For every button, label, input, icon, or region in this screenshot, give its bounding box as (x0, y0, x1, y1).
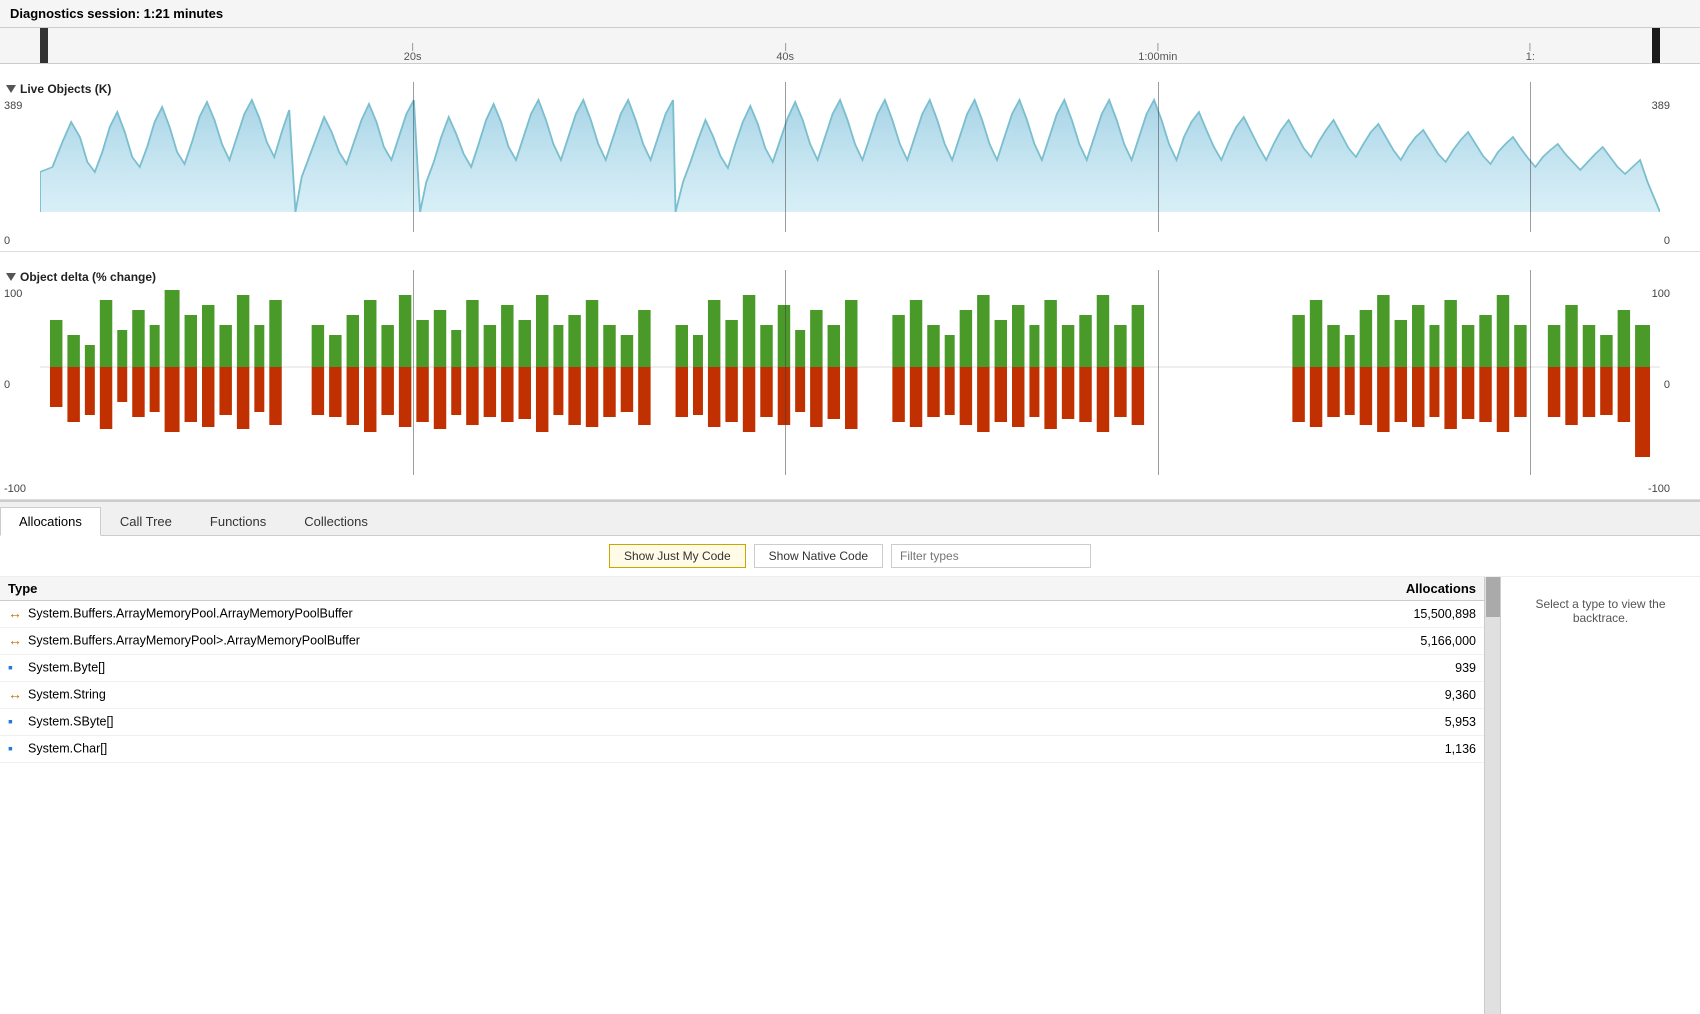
toolbar: Show Just My Code Show Native Code (0, 536, 1700, 577)
live-objects-title: Live Objects (K) (6, 82, 111, 96)
table-row[interactable]: System.Char[]1,136 (0, 736, 1484, 763)
cell-type: System.Char[] (0, 736, 1203, 763)
cell-type: System.SByte[] (0, 709, 1203, 736)
timeline-end-marker (1652, 28, 1660, 63)
type-icon (8, 659, 24, 675)
object-delta-canvas (40, 270, 1660, 475)
type-icon (8, 605, 24, 621)
cell-allocations: 5,166,000 (1203, 628, 1484, 655)
scrollbar-thumb[interactable] (1486, 577, 1500, 617)
table-row[interactable]: System.Buffers.ArrayMemoryPool>.ArrayMem… (0, 628, 1484, 655)
tab-call-tree[interactable]: Call Tree (101, 507, 191, 536)
type-icon (8, 686, 24, 702)
filter-types-input[interactable] (891, 544, 1091, 568)
cell-type: System.Buffers.ArrayMemoryPool.ArrayMemo… (0, 601, 1203, 628)
table-main: Type Allocations System.Buffers.ArrayMem… (0, 577, 1484, 1014)
show-just-my-code-button[interactable]: Show Just My Code (609, 544, 746, 568)
tab-allocations[interactable]: Allocations (0, 507, 101, 536)
live-objects-ymin: 0 (4, 235, 10, 247)
delta-ymid-right: 0 (1664, 379, 1670, 391)
type-icon (8, 632, 24, 648)
cell-type: System.Byte[] (0, 655, 1203, 682)
charts-area: Live Objects (K) 389 0 389 0 (0, 64, 1700, 500)
diagnostics-header: Diagnostics session: 1:21 minutes (0, 0, 1700, 28)
tab-functions[interactable]: Functions (191, 507, 285, 536)
session-title: Diagnostics session: 1:21 minutes (10, 6, 223, 21)
live-objects-svg (40, 82, 1660, 212)
delta-ymin-right: -100 (1648, 483, 1670, 495)
live-objects-ymin-right: 0 (1664, 235, 1670, 247)
timeline-tick-20s: 20s (404, 43, 422, 63)
table-row[interactable]: System.SByte[]5,953 (0, 709, 1484, 736)
table-row[interactable]: System.Byte[]939 (0, 655, 1484, 682)
type-icon (8, 740, 24, 756)
object-delta-svg (40, 270, 1660, 465)
tabs-bar: Allocations Call Tree Functions Collecti… (0, 502, 1700, 536)
cell-allocations: 15,500,898 (1203, 601, 1484, 628)
live-objects-canvas (40, 82, 1660, 232)
timeline-inner: 20s 40s 1:00min 1: (40, 28, 1660, 63)
cell-allocations: 9,360 (1203, 682, 1484, 709)
type-icon (8, 713, 24, 729)
table-row[interactable]: System.Buffers.ArrayMemoryPool.ArrayMemo… (0, 601, 1484, 628)
info-panel: Select a type to view the backtrace. (1500, 577, 1700, 1014)
object-delta-title: Object delta (% change) (6, 270, 156, 284)
delta-ymax: 100 (4, 288, 22, 300)
allocations-table: Type Allocations System.Buffers.ArrayMem… (0, 577, 1484, 763)
data-area: Type Allocations System.Buffers.ArrayMem… (0, 577, 1700, 1014)
table-row[interactable]: System.String9,360 (0, 682, 1484, 709)
timeline-tick-1plus: 1: (1526, 43, 1535, 63)
bottom-panel: Allocations Call Tree Functions Collecti… (0, 500, 1700, 1014)
show-native-code-button[interactable]: Show Native Code (754, 544, 883, 568)
col-type: Type (0, 577, 1203, 601)
delta-ymin: -100 (4, 483, 26, 495)
live-objects-chart: Live Objects (K) 389 0 389 0 (0, 82, 1700, 252)
timeline-bar: 20s 40s 1:00min 1: (0, 28, 1700, 64)
cell-allocations: 1,136 (1203, 736, 1484, 763)
cell-type: System.String (0, 682, 1203, 709)
object-delta-chart: Object delta (% change) 100 0 -100 100 0… (0, 270, 1700, 500)
cell-allocations: 939 (1203, 655, 1484, 682)
cell-allocations: 5,953 (1203, 709, 1484, 736)
table-scrollbar[interactable] (1484, 577, 1500, 1014)
cell-type: System.Buffers.ArrayMemoryPool>.ArrayMem… (0, 628, 1203, 655)
delta-ymid: 0 (4, 379, 10, 391)
col-allocations: Allocations (1203, 577, 1484, 601)
timeline-tick-40s: 40s (776, 43, 794, 63)
tab-collections[interactable]: Collections (285, 507, 387, 536)
live-objects-ymax: 389 (4, 100, 22, 112)
timeline-tick-1min: 1:00min (1138, 43, 1177, 63)
